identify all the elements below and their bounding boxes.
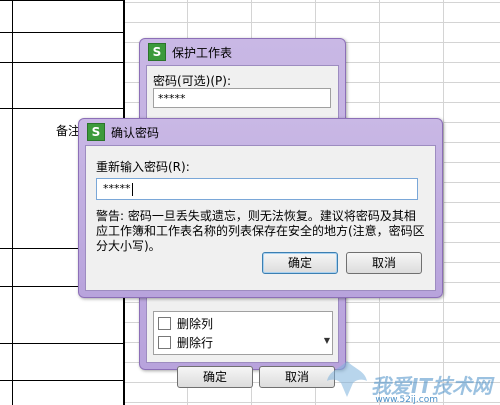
protect-dialog-titlebar[interactable]: S 保护工作表 xyxy=(140,39,345,65)
cell-remark-label: 备注 xyxy=(56,124,81,138)
table-border xyxy=(12,0,13,405)
wps-spreadsheet-icon: S xyxy=(87,123,105,141)
reenter-password-label: 重新输入密码(R): xyxy=(96,160,190,174)
confirm-dialog-title: 确认密码 xyxy=(111,125,160,140)
confirm-cancel-button[interactable]: 取消 xyxy=(346,252,422,274)
table-border xyxy=(0,108,123,109)
checkbox[interactable] xyxy=(158,335,171,349)
list-item[interactable]: 删除列 xyxy=(158,314,213,332)
site-watermark: 我爱IT技术网 xyxy=(325,359,492,399)
warning-text: 警告: 密码一旦丢失或遗忘，则无法恢复。建议将密码及其相应工作簿和工作表名称的列… xyxy=(96,209,425,253)
wps-spreadsheet-icon: S xyxy=(148,43,166,61)
table-border xyxy=(0,0,123,1)
confirm-dialog-body: 重新输入密码(R): ***** 警告: 密码一旦丢失或遗忘，则无法恢复。建议将… xyxy=(85,145,436,291)
list-item[interactable]: 删除行 xyxy=(158,333,213,351)
password-label: 密码(可选)(P): xyxy=(153,74,232,88)
table-border xyxy=(0,343,123,344)
confirm-password-dialog: S 确认密码 重新输入密码(R): ***** 警告: 密码一旦丢失或遗忘，则无… xyxy=(78,118,443,298)
scroll-down-icon[interactable]: ▼ xyxy=(324,336,330,345)
watermark-logo-icon xyxy=(326,361,367,397)
table-border xyxy=(0,380,123,381)
protect-dialog-title: 保护工作表 xyxy=(172,45,233,60)
table-border xyxy=(0,32,123,33)
checkbox[interactable] xyxy=(158,316,171,330)
protect-cancel-button[interactable]: 取消 xyxy=(259,366,335,388)
reenter-password-input[interactable]: ***** xyxy=(96,178,418,200)
confirm-ok-button[interactable]: 确定 xyxy=(262,252,338,274)
text-caret xyxy=(131,182,133,196)
permissions-list[interactable]: 删除列 删除行 ▼ xyxy=(153,311,333,355)
reenter-password-value: ***** xyxy=(103,182,131,195)
protect-ok-button[interactable]: 确定 xyxy=(177,366,253,388)
option-label: 删除列 xyxy=(177,316,214,331)
table-border xyxy=(0,62,123,63)
option-label: 删除行 xyxy=(177,335,214,350)
password-input[interactable]: ***** xyxy=(153,88,331,108)
watermark-url: www.52ij.com xyxy=(375,395,438,405)
confirm-dialog-titlebar[interactable]: S 确认密码 xyxy=(79,119,442,145)
